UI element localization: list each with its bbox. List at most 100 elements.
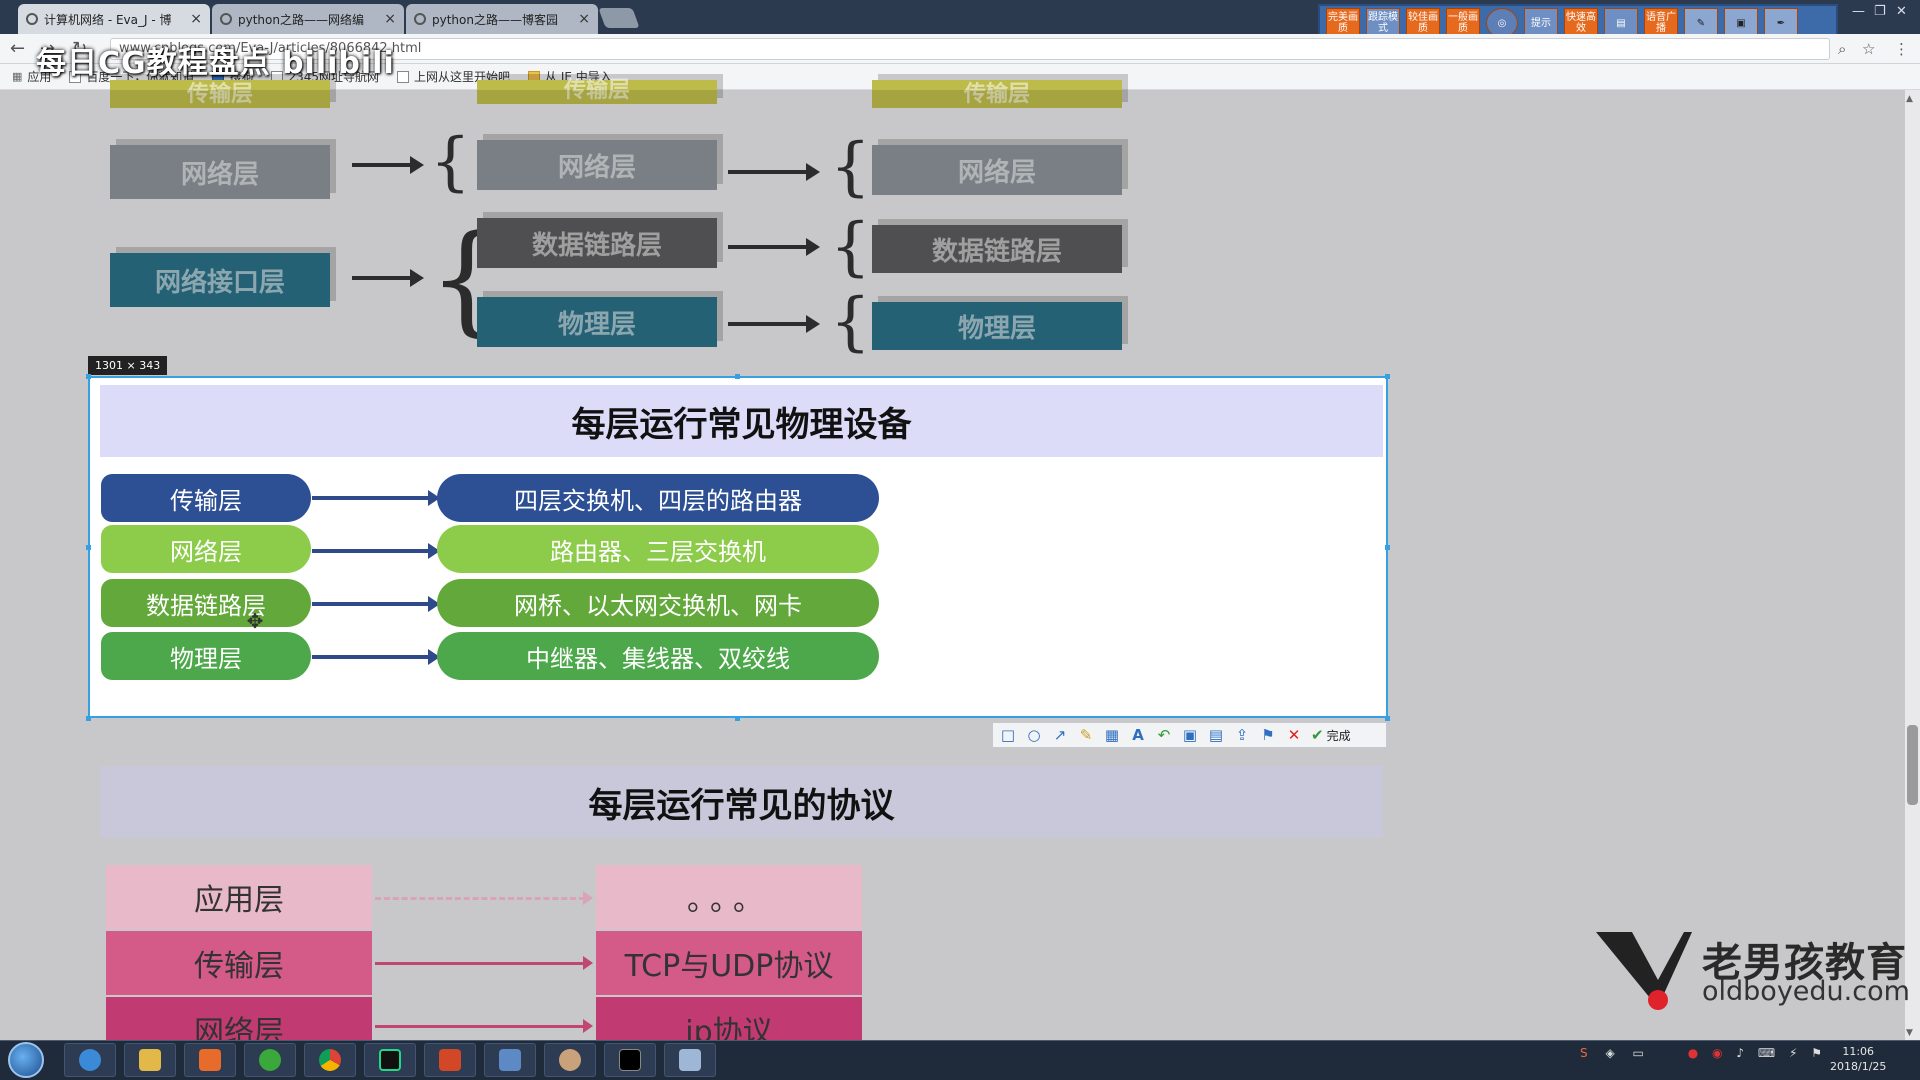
device-layer-label: 网络层 <box>101 525 311 573</box>
star-icon[interactable]: ☆ <box>1862 40 1875 58</box>
save-icon[interactable]: ▣ <box>1181 726 1199 744</box>
screenshot-toolbar: □ ○ ↗ ✎ ▦ A ↶ ▣ ▤ ⇪ ⚑ ✕ ✔ 完成 <box>992 722 1387 748</box>
restore-icon[interactable]: ❐ <box>1874 4 1886 19</box>
flag-icon[interactable]: ⚑ <box>1811 1046 1822 1060</box>
ime-icon[interactable]: ⌨ <box>1758 1046 1775 1060</box>
layer-block-network: 网络层 <box>477 140 717 190</box>
scroll-down-icon[interactable]: ▼ <box>1906 1028 1913 1038</box>
taskbar-app-green[interactable] <box>244 1043 296 1077</box>
resize-handle[interactable] <box>735 374 740 379</box>
tab-label: python之路——网络编 <box>238 12 364 27</box>
protocol-layer-label: 网络层 <box>106 997 372 1040</box>
recorder-icon[interactable]: ◉ <box>1712 1046 1722 1060</box>
taskbar-paint[interactable] <box>664 1043 716 1077</box>
scrollbar-track[interactable] <box>1905 90 1920 1040</box>
protocol-layer-label: 应用层 <box>106 865 372 929</box>
oldboy-logo-icon <box>1596 932 1692 1010</box>
ellipse-tool-icon[interactable]: ○ <box>1025 726 1043 744</box>
tab-2[interactable]: python之路——网络编 × <box>212 4 404 34</box>
undo-icon[interactable]: ↶ <box>1155 726 1173 744</box>
start-button[interactable] <box>8 1042 44 1078</box>
layer-block-network: 网络层 <box>110 145 330 199</box>
clock-time: 11:06 <box>1842 1045 1875 1058</box>
arrow-icon <box>375 1019 593 1033</box>
tab-label: 计算机网络 - Eva_J - 博 <box>44 12 172 27</box>
apps-grid-icon: ▦ <box>12 70 23 83</box>
layer-block-physical: 物理层 <box>872 302 1122 350</box>
close-icon[interactable]: × <box>578 11 590 27</box>
device-list-label: 四层交换机、四层的路由器 <box>437 474 879 522</box>
new-tab-button[interactable] <box>598 8 640 28</box>
volume-icon[interactable]: ♪ <box>1736 1046 1744 1060</box>
layer-block-network: 网络层 <box>872 145 1122 195</box>
protocol-layer-label: 传输层 <box>106 931 372 995</box>
protocol-name-label: ip协议 <box>596 997 862 1040</box>
taskbar-explorer[interactable] <box>124 1043 176 1077</box>
taskbar-media[interactable] <box>184 1043 236 1077</box>
arrow-icon <box>728 238 820 256</box>
copy-icon[interactable]: ▤ <box>1207 726 1225 744</box>
brace-icon: { <box>830 210 871 284</box>
taskbar-remote[interactable] <box>484 1043 536 1077</box>
device-list-label: 中继器、集线器、双绞线 <box>437 632 879 680</box>
taskbar-user[interactable] <box>544 1043 596 1077</box>
display-icon[interactable]: ▭ <box>1633 1046 1644 1060</box>
selection-size-label: 1301 × 343 <box>88 356 168 375</box>
resize-handle[interactable] <box>1385 716 1390 721</box>
pen-tool-icon[interactable]: ✎ <box>1077 726 1095 744</box>
sogou-ime-icon[interactable]: S <box>1580 1046 1588 1060</box>
check-icon: ✔ <box>1311 726 1324 744</box>
scrollbar-thumb[interactable] <box>1907 725 1918 805</box>
page-favicon-icon <box>220 13 232 25</box>
rectangle-tool-icon[interactable]: □ <box>999 726 1017 744</box>
taskbar-pycharm[interactable] <box>364 1043 416 1077</box>
cancel-icon[interactable]: ✕ <box>1285 726 1303 744</box>
resize-handle[interactable] <box>86 716 91 721</box>
network-icon[interactable]: ◈ <box>1605 1046 1614 1060</box>
mosaic-tool-icon[interactable]: ▦ <box>1103 726 1121 744</box>
resize-handle[interactable] <box>86 545 91 550</box>
back-arrow-icon[interactable]: ← <box>10 38 25 59</box>
resize-handle[interactable] <box>1385 374 1390 379</box>
taskbar-slides[interactable] <box>424 1043 476 1077</box>
pin-icon[interactable]: ⚑ <box>1259 726 1277 744</box>
share-icon[interactable]: ⇪ <box>1233 726 1251 744</box>
resize-handle[interactable] <box>1385 545 1390 550</box>
terminal-icon <box>619 1049 641 1071</box>
menu-icon[interactable]: ⋮ <box>1894 40 1909 58</box>
close-icon[interactable]: × <box>190 11 202 27</box>
done-button[interactable]: ✔ 完成 <box>1311 726 1351 744</box>
minimize-icon[interactable]: — <box>1852 4 1865 19</box>
taskbar-chrome[interactable] <box>304 1043 356 1077</box>
arrow-icon <box>312 596 440 612</box>
arrow-tool-icon[interactable]: ↗ <box>1051 726 1069 744</box>
taskbar-ie[interactable] <box>64 1043 116 1077</box>
device-layer-label: 数据链路层 <box>101 579 311 627</box>
tab-3[interactable]: python之路——博客园 × <box>406 4 598 34</box>
ie-icon <box>79 1049 101 1071</box>
close-window-icon[interactable]: ✕ <box>1896 4 1907 19</box>
device-list-label: 路由器、三层交换机 <box>437 525 879 573</box>
layer-block-interface: 网络接口层 <box>110 253 330 307</box>
taskbar-clock[interactable]: 11:06 2018/1/25 <box>1830 1044 1886 1074</box>
protocol-name-label: 。。。 <box>596 865 862 929</box>
resize-handle[interactable] <box>735 716 740 721</box>
layer-block-transport: 传输层 <box>110 80 330 108</box>
devices-slide-title: 每层运行常见物理设备 <box>100 385 1383 457</box>
power-icon[interactable]: ⚡ <box>1789 1046 1797 1060</box>
page-favicon-icon <box>26 13 38 25</box>
scroll-up-icon[interactable]: ▲ <box>1906 94 1913 104</box>
text-tool-icon[interactable]: A <box>1129 726 1147 744</box>
arrow-icon <box>728 315 820 333</box>
arrow-icon <box>375 956 593 970</box>
device-layer-label: 传输层 <box>101 474 311 522</box>
layer-block-transport: 传输层 <box>872 80 1122 108</box>
zoom-icon[interactable]: ⌕ <box>1838 40 1846 58</box>
close-icon[interactable]: × <box>384 11 396 27</box>
device-layer-label: 物理层 <box>101 632 311 680</box>
taskbar-terminal[interactable] <box>604 1043 656 1077</box>
paint-icon <box>679 1049 701 1071</box>
record-icon[interactable]: ● <box>1688 1046 1698 1060</box>
resize-handle[interactable] <box>86 374 91 379</box>
tab-active[interactable]: 计算机网络 - Eva_J - 博 × <box>18 4 210 34</box>
